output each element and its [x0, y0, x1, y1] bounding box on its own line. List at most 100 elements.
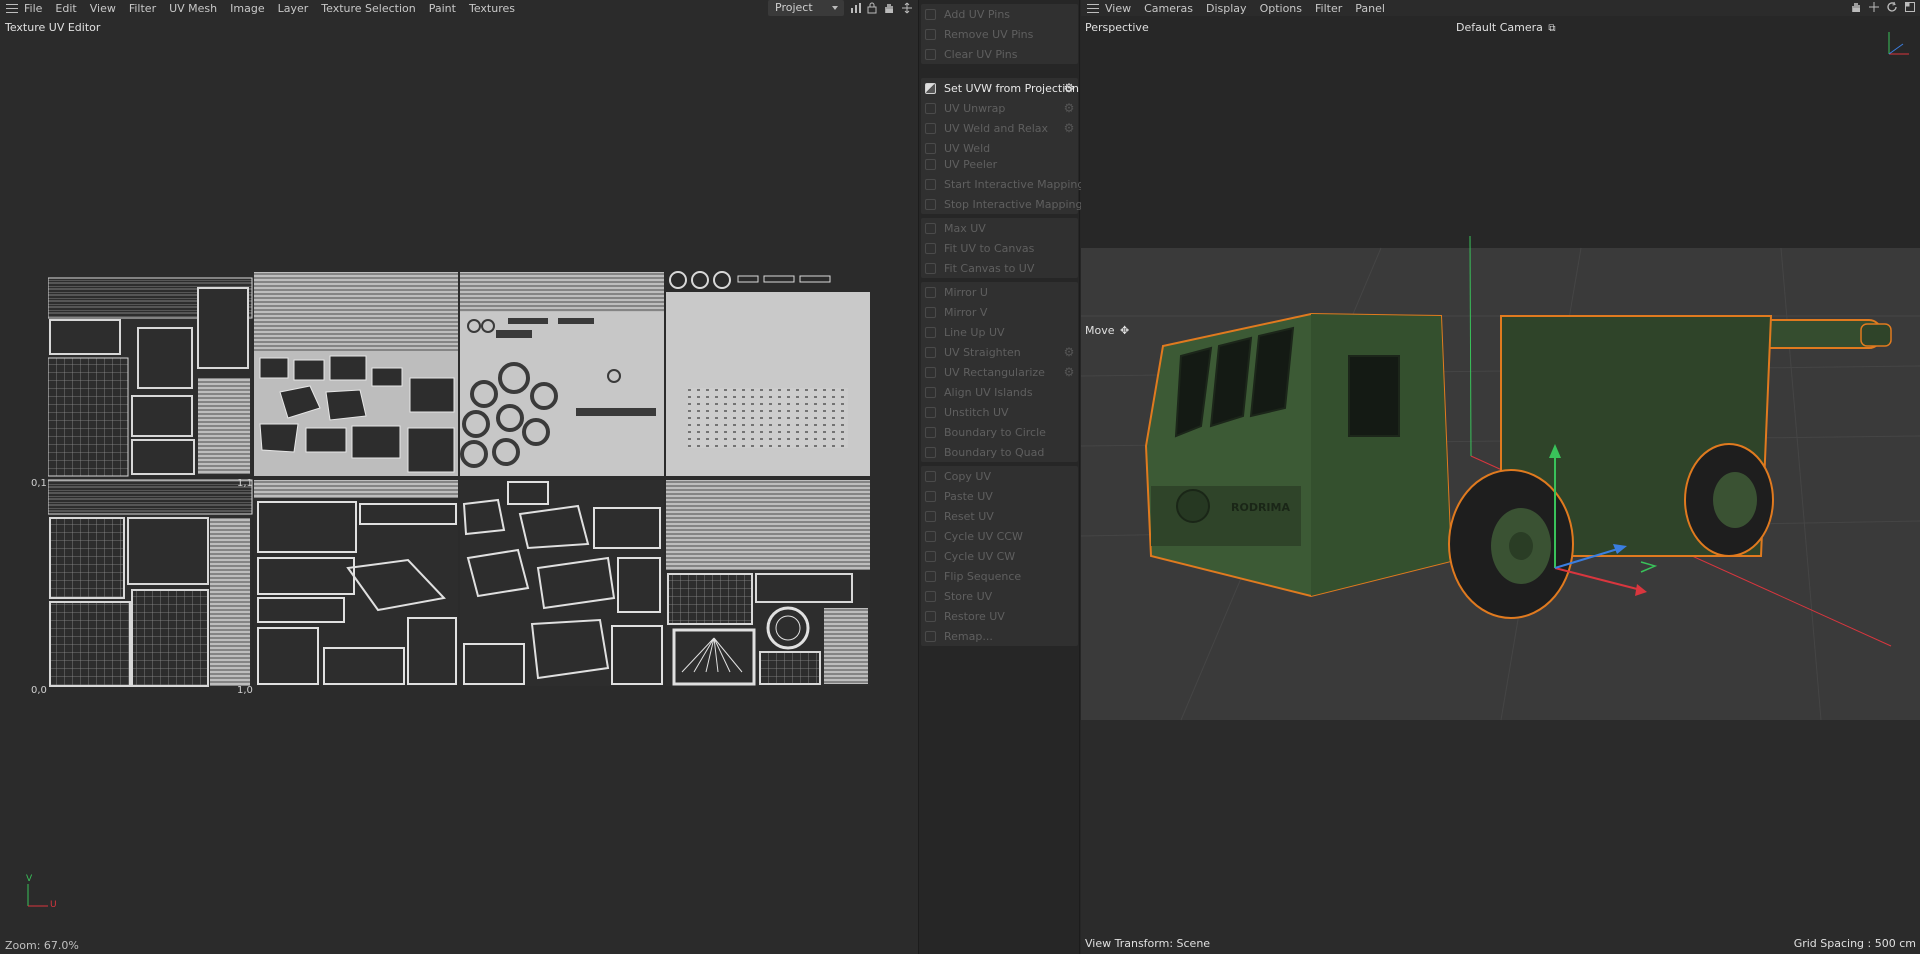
max-uv-icon	[925, 222, 936, 234]
uv-map-canvas[interactable]	[48, 268, 870, 688]
command-start-interactive-mapping[interactable]: Start Interactive Mapping	[921, 174, 1084, 194]
menu-uv-mesh[interactable]: UV Mesh	[169, 2, 217, 15]
gear-icon[interactable]: ⚙	[1063, 122, 1075, 134]
uv-straighten-icon	[925, 346, 936, 358]
command-paste-uv[interactable]: Paste UV	[921, 486, 1078, 506]
pin-icon[interactable]	[1867, 1, 1880, 14]
menu-view[interactable]: View	[90, 2, 116, 15]
command-label: Store UV	[944, 589, 993, 603]
start-interactive-mapping-icon	[925, 178, 936, 190]
command-unstitch-uv[interactable]: Unstitch UV	[921, 402, 1078, 422]
copy-uv-icon	[925, 470, 936, 482]
align-uv-islands-icon	[925, 386, 936, 398]
command-label: Boundary to Quad	[944, 445, 1045, 459]
menu-view[interactable]: View	[1105, 2, 1131, 15]
command-cycle-uv-ccw[interactable]: Cycle UV CCW	[921, 526, 1078, 546]
set-uvw-from-projection-icon	[925, 82, 936, 94]
fit-canvas-to-uv-icon	[925, 262, 936, 274]
hand-icon[interactable]	[883, 2, 895, 14]
command-label: Set UVW from Projection	[944, 81, 1079, 95]
menu-cameras[interactable]: Cameras	[1144, 2, 1193, 15]
active-tool: Move ✥	[1085, 324, 1129, 337]
command-uv-weld-and-relax[interactable]: UV Weld and Relax ⚙	[921, 118, 1078, 138]
menu-icon[interactable]	[1087, 3, 1099, 13]
command-label: UV Straighten	[944, 345, 1021, 359]
menu-icon[interactable]	[6, 3, 18, 13]
camera-icon: ⧉	[1548, 23, 1556, 34]
menu-edit[interactable]: Edit	[55, 2, 76, 15]
lock-icon[interactable]	[866, 2, 878, 14]
menu-filter[interactable]: Filter	[129, 2, 156, 15]
menu-panel[interactable]: Panel	[1355, 2, 1385, 15]
command-label: Line Up UV	[944, 325, 1005, 339]
command-uv-peeler[interactable]: UV Peeler	[921, 154, 1078, 174]
command-mirror-v[interactable]: Mirror V	[921, 302, 1078, 322]
command-clear-uv-pins[interactable]: Clear UV Pins	[921, 44, 1078, 64]
command-reset-uv[interactable]: Reset UV	[921, 506, 1078, 526]
boundary-to-circle-icon	[925, 426, 936, 438]
gear-icon[interactable]: ⚙	[1063, 346, 1075, 358]
menu-image[interactable]: Image	[230, 2, 264, 15]
line-up-uv-icon	[925, 326, 936, 338]
command-label: Mirror V	[944, 305, 988, 319]
uv-command-group: Max UV Fit UV to Canvas Fit Canvas to UV	[921, 218, 1078, 278]
rotate-icon[interactable]	[1885, 1, 1898, 14]
command-stop-interactive-mapping[interactable]: Stop Interactive Mapping	[921, 194, 1082, 214]
command-boundary-to-circle[interactable]: Boundary to Circle	[921, 422, 1078, 442]
command-restore-uv[interactable]: Restore UV	[921, 606, 1078, 626]
command-max-uv[interactable]: Max UV	[921, 218, 1078, 238]
command-uv-straighten[interactable]: UV Straighten ⚙	[921, 342, 1078, 362]
chart-icon[interactable]	[850, 2, 862, 14]
command-label: Flip Sequence	[944, 569, 1022, 583]
command-boundary-to-quad[interactable]: Boundary to Quad	[921, 442, 1078, 462]
hand-icon[interactable]	[1849, 1, 1862, 14]
gear-icon[interactable]: ⚙	[1063, 366, 1075, 378]
command-set-uvw-from-projection[interactable]: Set UVW from Projection ⚙	[921, 78, 1079, 98]
viewport-scene[interactable]: RODRIMA	[1081, 16, 1920, 936]
command-store-uv[interactable]: Store UV	[921, 586, 1078, 606]
uv-command-group: Set UVW from Projection ⚙ UV Unwrap ⚙ UV Wel…	[921, 78, 1079, 158]
command-mirror-u[interactable]: Mirror U	[921, 282, 1078, 302]
menu-filter[interactable]: Filter	[1315, 2, 1342, 15]
view-axis-widget	[1888, 32, 1909, 55]
menu-options[interactable]: Options	[1260, 2, 1302, 15]
menu-textures[interactable]: Textures	[469, 2, 515, 15]
command-remap[interactable]: Remap...	[921, 626, 1078, 646]
uv-tile-1	[48, 277, 253, 477]
command-flip-sequence[interactable]: Flip Sequence	[921, 566, 1078, 586]
command-label: Add UV Pins	[944, 7, 1011, 21]
active-tool-label: Move	[1085, 324, 1115, 337]
cycle-uv-cw-icon	[925, 550, 936, 562]
move-icon: ✥	[1120, 324, 1130, 337]
command-label: Remap...	[944, 629, 993, 643]
menu-paint[interactable]: Paint	[429, 2, 456, 15]
command-uv-rectangularize[interactable]: UV Rectangularize ⚙	[921, 362, 1078, 382]
command-cycle-uv-cw[interactable]: Cycle UV CW	[921, 546, 1078, 566]
pin-icon[interactable]	[901, 2, 913, 14]
menu-file[interactable]: File	[24, 2, 42, 15]
menu-texture-selection[interactable]: Texture Selection	[321, 2, 415, 15]
command-add-uv-pins[interactable]: Add UV Pins	[921, 4, 1078, 24]
command-label: Mirror U	[944, 285, 988, 299]
uv-coord-1-1: 1,1	[237, 478, 253, 489]
command-line-up-uv[interactable]: Line Up UV	[921, 322, 1078, 342]
camera-selector[interactable]: Default Camera ⧉	[1456, 21, 1556, 34]
fit-uv-to-canvas-icon	[925, 242, 936, 254]
view-transform: View Transform: Scene	[1085, 937, 1211, 950]
command-uv-unwrap[interactable]: UV Unwrap ⚙	[921, 98, 1078, 118]
view-name[interactable]: Perspective	[1085, 21, 1149, 34]
menu-layer[interactable]: Layer	[278, 2, 309, 15]
gear-icon[interactable]: ⚙	[1063, 102, 1075, 114]
menu-display[interactable]: Display	[1206, 2, 1247, 15]
maximize-icon[interactable]	[1903, 1, 1916, 14]
project-dropdown[interactable]: Project	[768, 0, 844, 16]
gear-icon[interactable]: ⚙	[1063, 82, 1075, 94]
command-label: UV Rectangularize	[944, 365, 1045, 379]
command-copy-uv[interactable]: Copy UV	[921, 466, 1078, 486]
command-align-uv-islands[interactable]: Align UV Islands	[921, 382, 1078, 402]
vehicle-model[interactable]: RODRIMA	[1144, 312, 1892, 619]
command-remove-uv-pins[interactable]: Remove UV Pins	[921, 24, 1078, 44]
command-fit-uv-to-canvas[interactable]: Fit UV to Canvas	[921, 238, 1078, 258]
mirror-u-icon	[925, 286, 936, 298]
command-fit-canvas-to-uv[interactable]: Fit Canvas to UV	[921, 258, 1078, 278]
